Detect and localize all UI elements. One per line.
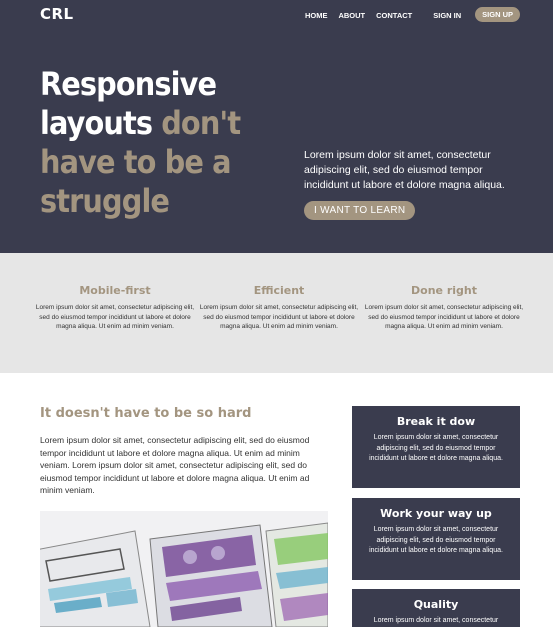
- feature-title: Efficient: [253, 284, 305, 297]
- feature-text: Lorem ipsum dolor sit amet, consectetur …: [199, 304, 359, 330]
- hero-description: Lorem ipsum dolor sit amet, consectetur …: [304, 149, 505, 191]
- hero-title-white-word: layouts: [40, 104, 153, 142]
- card-quality: Quality Lorem ipsum dolor sit amet, cons…: [352, 589, 520, 627]
- nav-link-home[interactable]: HOME: [305, 11, 328, 20]
- sketch-image: [40, 511, 328, 627]
- hero-title-line-4: struggle: [40, 182, 170, 220]
- main-section: It doesn't have to be so hard Lorem ipsu…: [0, 373, 553, 627]
- hero-section: Responsive layouts don't have to be a st…: [0, 30, 553, 253]
- feature-mobile-first: Mobile-first Lorem ipsum dolor sit amet,…: [35, 284, 195, 332]
- nav-link-contact[interactable]: CONTACT: [376, 11, 412, 20]
- card-title: Work your way up: [380, 507, 492, 520]
- main-title: It doesn't have to be so hard: [40, 406, 252, 421]
- sign-in-link[interactable]: SIGN IN: [433, 11, 461, 20]
- card-text: Lorem ipsum dolor sit amet, consectetur …: [369, 526, 503, 554]
- hero-title: Responsive layouts don't have to be a st…: [40, 65, 256, 221]
- sign-up-button[interactable]: SIGN UP: [475, 7, 520, 22]
- features-section: Mobile-first Lorem ipsum dolor sit amet,…: [0, 253, 553, 373]
- card-title: Quality: [413, 598, 459, 611]
- sketch-illustration: [40, 511, 328, 627]
- card-text: Lorem ipsum dolor sit amet, consectetur: [373, 617, 499, 624]
- navbar: CRL HOME ABOUT CONTACT SIGN IN SIGN UP: [0, 0, 553, 30]
- logo[interactable]: CRL: [40, 5, 74, 23]
- hero-title-line-1: Responsive: [40, 65, 217, 103]
- hero-title-line-3: have to be a: [40, 143, 232, 181]
- nav-link-about[interactable]: ABOUT: [338, 11, 365, 20]
- feature-title: Done right: [411, 284, 477, 297]
- main-text: Lorem ipsum dolor sit amet, consectetur …: [40, 435, 310, 495]
- hero-title-accent-word: don't: [161, 104, 241, 142]
- hero-title-line-2: layouts don't: [40, 104, 256, 143]
- feature-text: Lorem ipsum dolor sit amet, consectetur …: [35, 304, 195, 330]
- feature-done-right: Done right Lorem ipsum dolor sit amet, c…: [364, 284, 524, 332]
- feature-title: Mobile-first: [79, 284, 151, 297]
- nav-links: HOME ABOUT CONTACT SIGN IN SIGN UP: [294, 7, 520, 22]
- card-work-your-way-up: Work your way up Lorem ipsum dolor sit a…: [352, 498, 520, 580]
- feature-text: Lorem ipsum dolor sit amet, consectetur …: [364, 304, 524, 330]
- card-title: Break it dow: [396, 415, 476, 428]
- card-text: Lorem ipsum dolor sit amet, consectetur …: [369, 434, 503, 462]
- learn-button[interactable]: I WANT TO LEARN: [304, 201, 416, 220]
- card-break-it-down: Break it dow Lorem ipsum dolor sit amet,…: [352, 406, 520, 488]
- feature-efficient: Efficient Lorem ipsum dolor sit amet, co…: [199, 284, 359, 332]
